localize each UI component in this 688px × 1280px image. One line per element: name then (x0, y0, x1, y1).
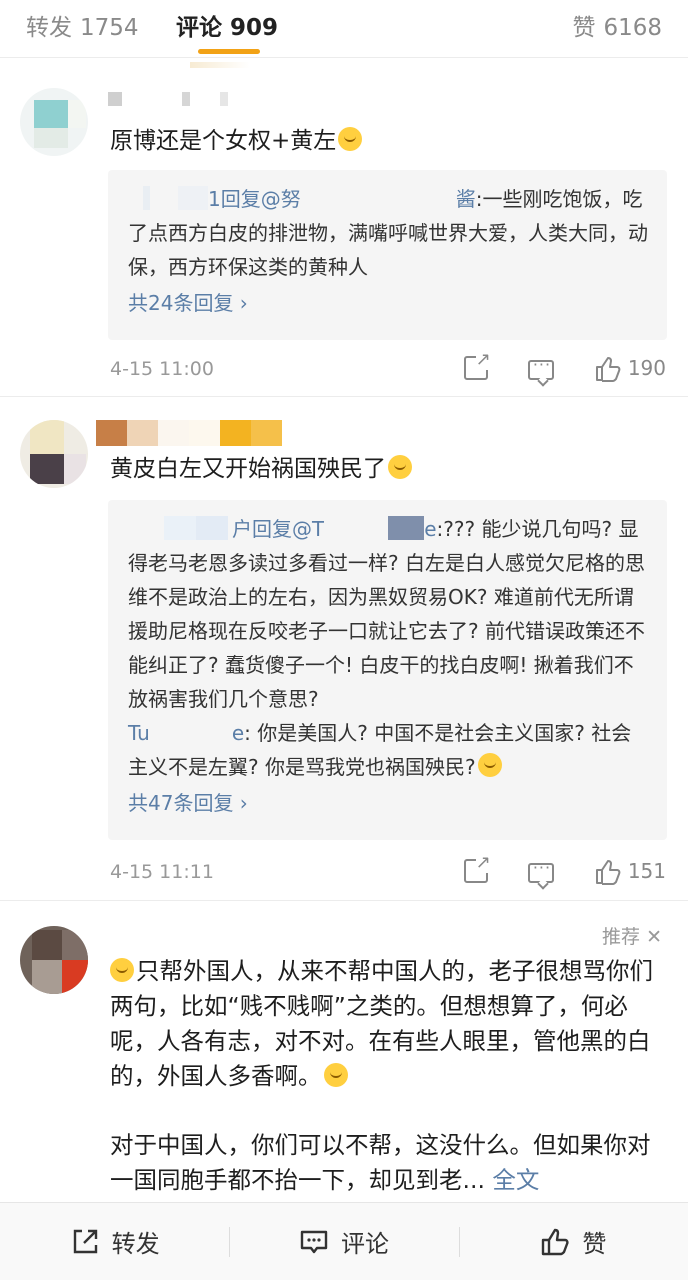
comment-text: 原博还是个女权+黄左 (110, 124, 670, 158)
tab-comment-label: 评论 (176, 15, 222, 41)
comment-time: 4-15 11:00 (110, 358, 214, 380)
like-count: 151 (627, 859, 666, 883)
thumbs-up-icon (594, 355, 621, 382)
reply-item: 1回复@努 酱:一些刚吃饱饭，吃了点西方白皮的排泄物，满嘴呼喊世界大爱，人类大同，… (128, 182, 649, 284)
share-icon[interactable] (463, 852, 491, 883)
comment-time: 4-15 11:11 (110, 861, 214, 883)
avatar[interactable] (20, 420, 88, 488)
username-redacted[interactable] (108, 92, 228, 106)
reply-username-end[interactable]: e (232, 721, 244, 745)
drooling-emoji-icon (477, 753, 502, 777)
like-label: 赞 (582, 1230, 607, 1258)
tab-repost[interactable]: 转发 1754 (26, 8, 139, 42)
reply-username[interactable]: 户回复 (232, 517, 292, 541)
comment-text: 只帮外国人，从来不帮中国人的，老子很想骂你们两句，比如“贱不贱啊”之类的。但想想… (110, 957, 653, 1194)
username-redacted (128, 516, 232, 540)
reply-username[interactable]: 1回复 (208, 187, 261, 211)
smile-emoji-icon (110, 958, 134, 982)
comment-text: 黄皮白左又开始祸国殃民了 (110, 452, 670, 486)
tab-bar: 转发 1754 评论 909 赞 6168 (0, 0, 688, 58)
divider (0, 900, 688, 901)
username-redacted (128, 186, 208, 210)
tab-comment[interactable]: 评论 909 (176, 8, 278, 42)
tab-like-count: 6168 (603, 15, 662, 41)
repost-label: 转发 (111, 1230, 160, 1258)
bottom-toolbar: 转发 评论 赞 (0, 1202, 688, 1280)
reply-icon[interactable] (527, 858, 554, 883)
comment-button[interactable]: 评论 (229, 1203, 458, 1280)
reply-mention[interactable]: @T (292, 517, 324, 541)
like-button[interactable]: 190 (594, 355, 666, 382)
read-more-link[interactable]: 全文 (492, 1166, 539, 1194)
like-button[interactable]: 赞 (458, 1203, 688, 1280)
reply-item: Tu e: 你是美国人? 中国不是社会主义国家? 社会主义不是左翼? 你是骂我党也… (128, 716, 649, 784)
reply-box[interactable]: 户回复@T e:??? 能少说几句吗? 显得老马老恩多读过多看过一样? 白左是白人… (108, 500, 667, 840)
repost-button[interactable]: 转发 (0, 1203, 229, 1280)
reply-mention-end[interactable]: 酱 (456, 187, 476, 211)
more-replies-link[interactable]: 共47条回复 › (128, 786, 649, 820)
recommend-label: 推荐 (602, 926, 641, 948)
reply-text: :??? 能少说几句吗? 显得老马老恩多读过多看过一样? 白左是白人感觉欠尼格的… (128, 517, 645, 711)
username-redacted (324, 516, 425, 540)
divider (0, 396, 688, 397)
drooling-emoji-icon (388, 455, 412, 479)
thinking-emoji-icon (338, 127, 363, 151)
comment-actions: 190 (463, 349, 666, 382)
avatar[interactable] (20, 88, 88, 156)
comment-actions: 151 (463, 852, 666, 885)
active-tab-indicator (198, 49, 260, 54)
reply-mention[interactable]: @努 (261, 187, 301, 211)
reply-username[interactable]: Tu (128, 721, 150, 745)
share-icon[interactable] (463, 349, 491, 380)
divider (190, 62, 250, 68)
close-icon[interactable]: ✕ (646, 926, 662, 948)
like-count: 190 (627, 356, 666, 380)
reply-box[interactable]: 1回复@努 酱:一些刚吃饱饭，吃了点西方白皮的排泄物，满嘴呼喊世界大爱，人类大同，… (108, 170, 667, 340)
comment-label: 评论 (340, 1230, 389, 1258)
smile-emoji-icon (323, 1063, 348, 1087)
reply-item: 户回复@T e:??? 能少说几句吗? 显得老马老恩多读过多看过一样? 白左是白人… (128, 512, 649, 716)
reply-mention-end[interactable]: e (424, 517, 436, 541)
avatar[interactable] (20, 926, 88, 994)
thumbs-up-icon (540, 1227, 570, 1257)
reply-icon[interactable] (527, 355, 554, 380)
tab-repost-label: 转发 (26, 15, 72, 41)
tab-comment-count: 909 (230, 15, 279, 41)
tab-repost-count: 1754 (80, 15, 139, 41)
comment-icon (299, 1227, 329, 1257)
tab-like[interactable]: 赞 6168 (572, 8, 662, 42)
like-button[interactable]: 151 (594, 858, 666, 885)
recommend-tag[interactable]: 推荐 ✕ (602, 922, 662, 949)
thumbs-up-icon (594, 858, 621, 885)
more-replies-link[interactable]: 共24条回复 › (128, 286, 649, 320)
username-redacted (300, 186, 456, 210)
username-redacted (149, 720, 232, 744)
tab-like-label: 赞 (572, 15, 596, 41)
share-icon (70, 1227, 100, 1257)
username-redacted[interactable] (96, 420, 282, 446)
